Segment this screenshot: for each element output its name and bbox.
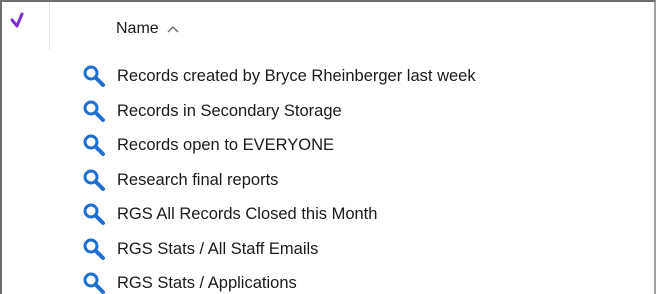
search-icon — [83, 203, 105, 225]
search-icon — [83, 272, 105, 294]
search-icon — [83, 100, 105, 122]
list-item[interactable]: RGS Stats / All Staff Emails — [2, 231, 654, 265]
list-item[interactable]: Records created by Bryce Rheinberger las… — [2, 58, 654, 92]
list-item[interactable]: RGS Stats / Applications — [2, 265, 654, 294]
list-header: Name — [2, 2, 654, 50]
checkmark-icon — [10, 12, 24, 28]
selection-column-header[interactable] — [2, 2, 50, 50]
list-item[interactable]: RGS All Records Closed this Month — [2, 196, 654, 230]
list-item-label: RGS Stats / All Staff Emails — [117, 240, 319, 258]
name-column-label: Name — [116, 20, 159, 37]
list-item-label: Records created by Bryce Rheinberger las… — [117, 67, 476, 85]
list-item-label: Records open to EVERYONE — [117, 136, 335, 154]
list-item-label: RGS All Records Closed this Month — [117, 205, 378, 223]
search-icon — [83, 65, 105, 87]
list-item-label: Records in Secondary Storage — [117, 102, 342, 120]
chevron-up-icon — [167, 26, 179, 33]
list-item-label: RGS Stats / Applications — [117, 274, 297, 292]
saved-searches-list: Name Records created by Bryce Rheinberge… — [0, 0, 656, 294]
search-icon — [83, 134, 105, 156]
search-icon — [83, 238, 105, 260]
list-item-label: Research final reports — [117, 171, 279, 189]
search-icon — [83, 169, 105, 191]
list-item[interactable]: Records open to EVERYONE — [2, 127, 654, 161]
list-item[interactable]: Research final reports — [2, 162, 654, 196]
name-column-header[interactable]: Name — [116, 20, 179, 38]
list-item[interactable]: Records in Secondary Storage — [2, 93, 654, 127]
